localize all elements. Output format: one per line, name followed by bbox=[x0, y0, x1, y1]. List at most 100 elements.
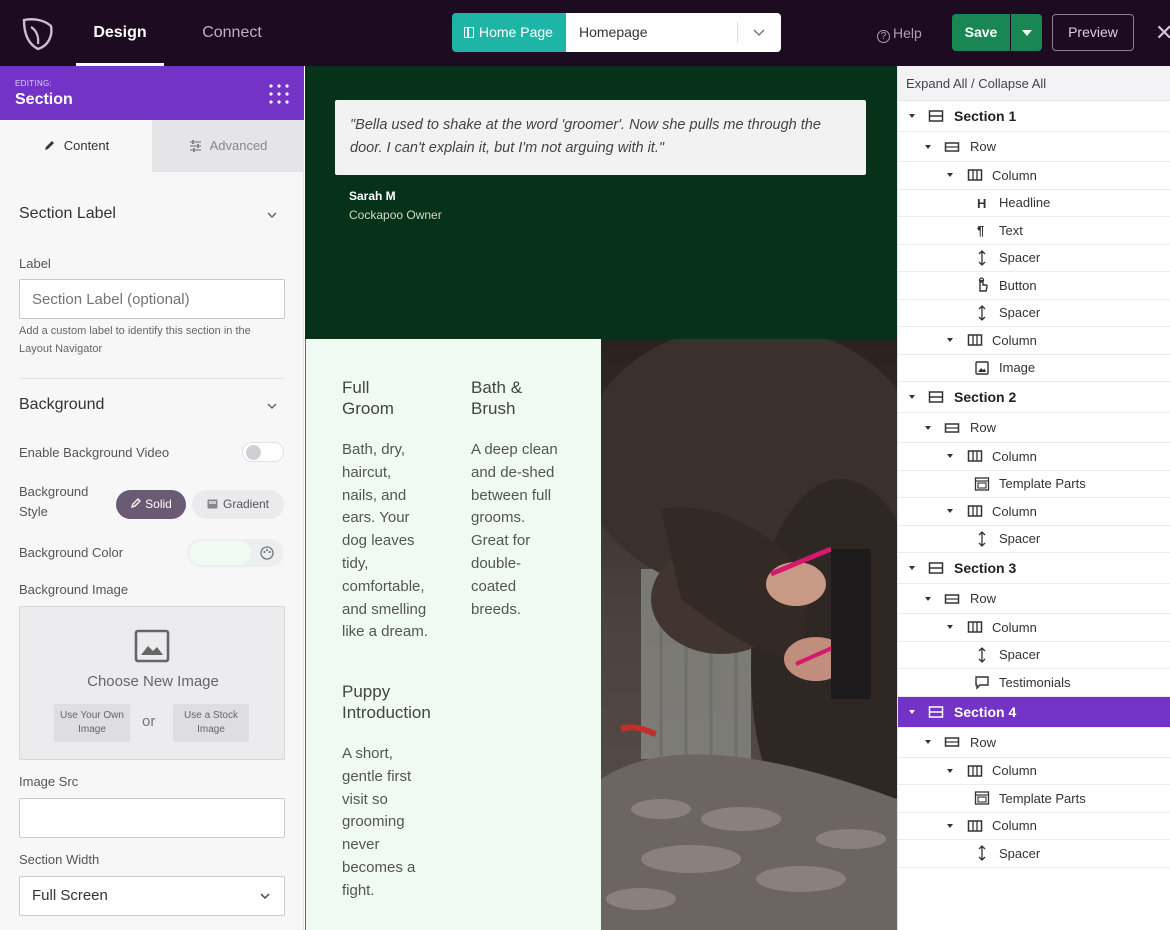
service-line: Bath, dry, bbox=[342, 441, 406, 458]
logo-icon[interactable] bbox=[20, 14, 56, 52]
caret-down-icon[interactable] bbox=[946, 162, 956, 189]
section-width-select[interactable]: Full Screen bbox=[19, 876, 285, 916]
services-section[interactable]: Full Groom Bath, dry, haircut, nails, an… bbox=[305, 339, 601, 930]
tab-design[interactable]: Design bbox=[76, 0, 164, 66]
own-image-button[interactable]: Use Your Own Image bbox=[54, 704, 130, 742]
navigator-item-headline[interactable]: H Headline bbox=[898, 190, 1170, 217]
service-line: double- bbox=[471, 554, 522, 572]
close-icon[interactable]: ✕ bbox=[1155, 22, 1170, 44]
navigator-item-column[interactable]: Column bbox=[898, 443, 1170, 471]
template-parts-icon bbox=[974, 476, 990, 492]
drag-grid-icon[interactable] bbox=[268, 83, 290, 105]
caret-down-icon[interactable] bbox=[946, 443, 956, 470]
service-line: nails, and bbox=[342, 486, 407, 504]
service-title-line: Brush bbox=[471, 399, 516, 418]
navigator-item-spacer[interactable]: Spacer bbox=[898, 526, 1170, 553]
page-select[interactable]: Homepage bbox=[566, 13, 781, 52]
chevron-down-icon[interactable] bbox=[265, 210, 279, 220]
background-image-picker[interactable]: Choose New Image Use Your Own Image or U… bbox=[19, 606, 285, 760]
navigator-item-spacer[interactable]: Spacer bbox=[898, 840, 1170, 868]
navigator-item-section-4[interactable]: Section 4 bbox=[898, 696, 1170, 728]
spacer-icon bbox=[974, 530, 990, 547]
expand-collapse-all[interactable]: Expand All / Collapse All bbox=[898, 66, 1170, 101]
background-color-picker[interactable] bbox=[187, 539, 284, 567]
tab-content-label: Content bbox=[63, 138, 110, 153]
caret-down-icon[interactable] bbox=[946, 813, 956, 840]
navigator-item-row[interactable]: Row bbox=[898, 728, 1170, 758]
testimonial-section[interactable]: "Bella used to shake at the word 'groome… bbox=[305, 66, 897, 339]
save-button[interactable]: Save bbox=[952, 14, 1010, 51]
navigator-item-label: Headline bbox=[999, 195, 1051, 211]
caret-down-icon[interactable] bbox=[946, 327, 956, 354]
navigator-item-section-1[interactable]: Section 1 bbox=[898, 101, 1170, 132]
save-options-button[interactable] bbox=[1011, 14, 1042, 51]
navigator-item-section-3[interactable]: Section 3 bbox=[898, 553, 1170, 584]
caret-down-icon[interactable] bbox=[908, 553, 918, 583]
caret-down-icon[interactable] bbox=[908, 382, 918, 412]
navigator-item-column[interactable]: Column bbox=[898, 498, 1170, 526]
background-video-toggle[interactable] bbox=[242, 442, 284, 462]
navigator-item-template-parts[interactable]: Template Parts bbox=[898, 471, 1170, 498]
page-canvas[interactable]: "Bella used to shake at the word 'groome… bbox=[305, 66, 897, 930]
navigator-item-column[interactable]: Column bbox=[898, 614, 1170, 642]
caret-down-icon[interactable] bbox=[924, 132, 934, 161]
navigator-item-row[interactable]: Row bbox=[898, 584, 1170, 614]
section-label-heading[interactable]: Section Label bbox=[19, 205, 116, 223]
caret-down-icon[interactable] bbox=[924, 584, 934, 613]
navigator-item-row[interactable]: Row bbox=[898, 132, 1170, 162]
testimonials-icon bbox=[974, 674, 990, 690]
service-title: Puppy Introduction bbox=[342, 681, 431, 723]
chevron-down-icon[interactable] bbox=[265, 401, 279, 411]
service-title-line: Introduction bbox=[342, 703, 431, 722]
navigator-item-row[interactable]: Row bbox=[898, 413, 1170, 443]
palette-icon[interactable] bbox=[260, 546, 274, 560]
page-type-chip[interactable]: Home Page bbox=[452, 13, 566, 52]
section-label-input[interactable] bbox=[19, 279, 285, 319]
grooming-photo[interactable] bbox=[601, 339, 897, 930]
template-parts-icon bbox=[974, 790, 990, 806]
solid-style-button[interactable]: Solid bbox=[116, 490, 186, 519]
tab-advanced[interactable]: Advanced bbox=[152, 120, 304, 172]
navigator-item-text[interactable]: ¶ Text bbox=[898, 217, 1170, 245]
navigator-item-label: Column bbox=[992, 763, 1037, 779]
service-line: grooming bbox=[342, 813, 405, 831]
tab-connect[interactable]: Connect bbox=[186, 0, 278, 66]
help-link[interactable]: ? Help bbox=[877, 0, 922, 66]
stock-image-button[interactable]: Use a Stock Image bbox=[173, 704, 249, 742]
navigator-item-image[interactable]: Image bbox=[898, 355, 1170, 382]
caret-down-icon[interactable] bbox=[946, 758, 956, 785]
navigator-item-column[interactable]: Column bbox=[898, 813, 1170, 840]
navigator-item-spacer[interactable]: Spacer bbox=[898, 245, 1170, 272]
choose-image-text[interactable]: Choose New Image bbox=[20, 673, 286, 690]
tab-content[interactable]: Content bbox=[0, 120, 152, 172]
navigator-item-button[interactable]: Button bbox=[898, 272, 1170, 300]
navigator-item-column[interactable]: Column bbox=[898, 162, 1170, 190]
caret-down-icon[interactable] bbox=[924, 413, 934, 442]
preview-button[interactable]: Preview bbox=[1052, 14, 1134, 51]
caret-down-icon[interactable] bbox=[946, 498, 956, 525]
caret-down-icon[interactable] bbox=[924, 728, 934, 757]
caret-down-icon[interactable] bbox=[908, 101, 918, 131]
sliders-icon bbox=[189, 140, 201, 152]
caret-down-icon[interactable] bbox=[946, 614, 956, 641]
navigator-item-label: Section 1 bbox=[954, 108, 1017, 124]
button-icon bbox=[974, 277, 990, 293]
navigator-item-column[interactable]: Column bbox=[898, 327, 1170, 355]
gradient-style-button[interactable]: Gradient bbox=[192, 490, 284, 519]
caret-down-icon[interactable] bbox=[908, 697, 918, 727]
navigator-item-column[interactable]: Column bbox=[898, 758, 1170, 785]
image-src-input[interactable] bbox=[19, 798, 285, 838]
service-line: coated bbox=[471, 577, 517, 595]
navigator-item-section-2[interactable]: Section 2 bbox=[898, 382, 1170, 413]
navigator-item-template-parts[interactable]: Template Parts bbox=[898, 785, 1170, 813]
service-line: between full bbox=[471, 486, 552, 504]
chevron-down-icon bbox=[260, 893, 270, 900]
navigator-item-spacer[interactable]: Spacer bbox=[898, 300, 1170, 327]
spacer-icon bbox=[974, 646, 990, 663]
navigator-item-label: Row bbox=[970, 734, 997, 750]
navigator-item-spacer[interactable]: Spacer bbox=[898, 642, 1170, 669]
navigator-item-label: Section 2 bbox=[954, 389, 1017, 405]
section-icon bbox=[928, 389, 944, 405]
navigator-item-testimonials[interactable]: Testimonials bbox=[898, 669, 1170, 697]
background-heading[interactable]: Background bbox=[19, 396, 104, 414]
